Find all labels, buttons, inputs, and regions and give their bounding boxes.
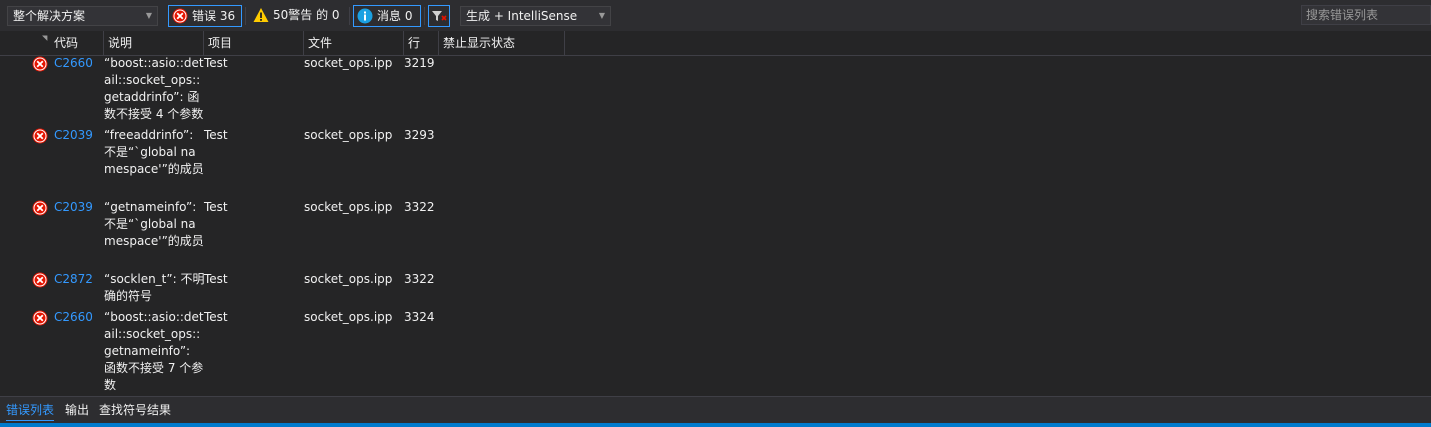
- error-file: socket_ops.ipp: [304, 56, 393, 70]
- error-project: Test: [204, 128, 228, 142]
- filter-icon: [432, 11, 447, 21]
- toolbar-divider: [245, 7, 246, 25]
- column-header-line-label: 行: [408, 36, 421, 50]
- column-header-row: ◥ 代码 说明 项目 文件 行 禁止显示状态: [0, 31, 1431, 56]
- column-header-description-label: 说明: [108, 36, 133, 50]
- chevron-down-icon: ▼: [598, 11, 606, 20]
- error-line: 3324: [404, 310, 435, 324]
- messages-count-label: 消息 0: [377, 9, 413, 23]
- error-icon: [32, 200, 48, 216]
- error-file: socket_ops.ipp: [304, 200, 393, 214]
- error-icon: [32, 310, 48, 326]
- error-list-panel: 整个解决方案 ▼ 错误 36 50警告 的 0 消息 0 生成 + Intell…: [0, 0, 1431, 427]
- column-header-description[interactable]: 说明: [104, 31, 204, 55]
- column-header-suppression[interactable]: 禁止显示状态: [439, 31, 565, 55]
- scope-dropdown-value: 整个解决方案: [13, 9, 86, 23]
- error-project: Test: [204, 272, 228, 286]
- error-description: “socklen_t”: 不明确的符号: [104, 272, 205, 303]
- messages-filter-button[interactable]: 消息 0: [353, 5, 421, 27]
- column-header-file[interactable]: 文件: [304, 31, 404, 55]
- error-line: 3322: [404, 200, 435, 214]
- error-description: “freeaddrinfo”: 不是“`global namespace'”的成…: [104, 128, 204, 176]
- toolbar-divider: [424, 7, 425, 25]
- error-code-link[interactable]: C2660: [54, 309, 93, 326]
- column-header-suppression-label: 禁止显示状态: [443, 36, 516, 50]
- error-project: Test: [204, 310, 228, 324]
- error-description: “boost::asio::detail::socket_ops::getnam…: [104, 310, 204, 392]
- warnings-filter-button[interactable]: 50警告 的 0: [248, 5, 345, 27]
- info-icon: [357, 8, 373, 24]
- error-file: socket_ops.ipp: [304, 310, 393, 324]
- error-project: Test: [204, 56, 228, 70]
- error-icon: [32, 56, 48, 72]
- error-project: Test: [204, 200, 228, 214]
- build-dropdown-value: 生成 + IntelliSense: [466, 9, 578, 23]
- error-icon: [32, 128, 48, 144]
- column-header-code[interactable]: 代码: [50, 31, 104, 55]
- error-file: socket_ops.ipp: [304, 128, 393, 142]
- scope-dropdown[interactable]: 整个解决方案 ▼: [7, 6, 158, 26]
- warning-icon: [253, 8, 269, 22]
- error-file: socket_ops.ipp: [304, 272, 393, 286]
- filter-button[interactable]: [428, 5, 450, 27]
- errors-filter-button[interactable]: 错误 36: [168, 5, 242, 27]
- column-header-project-label: 项目: [208, 36, 233, 50]
- error-line: 3322: [404, 272, 435, 286]
- error-code-link[interactable]: C2660: [54, 55, 93, 72]
- warnings-count-label: 50警告 的 0: [273, 8, 340, 22]
- status-bar-strip: [0, 423, 1431, 427]
- error-code-link[interactable]: C2039: [54, 127, 93, 144]
- toolbar-divider: [349, 7, 350, 25]
- column-header-line[interactable]: 行: [404, 31, 439, 55]
- error-line: 3219: [404, 56, 435, 70]
- error-description: “boost::asio::detail::socket_ops::getadd…: [104, 56, 204, 121]
- column-header-project[interactable]: 项目: [204, 31, 304, 55]
- error-description: “getnameinfo”: 不是“`global namespace'”的成员: [104, 200, 204, 248]
- build-intellisense-dropdown[interactable]: 生成 + IntelliSense ▼: [460, 6, 611, 26]
- tab-error-list[interactable]: 错误列表: [6, 400, 55, 421]
- error-icon: [172, 8, 188, 24]
- error-line: 3293: [404, 128, 435, 142]
- error-list-grid: ◥ 代码 说明 项目 文件 行 禁止显示状态 C2660 “boost::asi…: [0, 31, 1431, 396]
- column-header-file-label: 文件: [308, 36, 333, 50]
- error-code-link[interactable]: C2872: [54, 271, 93, 288]
- error-list-toolbar: 整个解决方案 ▼ 错误 36 50警告 的 0 消息 0 生成 + Intell…: [0, 0, 1431, 31]
- search-placeholder: 搜索错误列表: [1306, 8, 1379, 22]
- column-chooser-icon[interactable]: ◥: [42, 34, 47, 42]
- bottom-tab-strip: 错误列表 输出 查找符号结果: [0, 396, 1431, 424]
- search-error-list-input[interactable]: 搜索错误列表: [1301, 5, 1431, 25]
- error-code-link[interactable]: C2039: [54, 199, 93, 216]
- column-header-code-label: 代码: [54, 36, 79, 50]
- tab-find-symbol-results[interactable]: 查找符号结果: [99, 400, 171, 420]
- tab-output[interactable]: 输出: [65, 400, 89, 420]
- errors-count-label: 错误 36: [192, 9, 236, 23]
- error-icon: [32, 272, 48, 288]
- chevron-down-icon: ▼: [145, 11, 153, 20]
